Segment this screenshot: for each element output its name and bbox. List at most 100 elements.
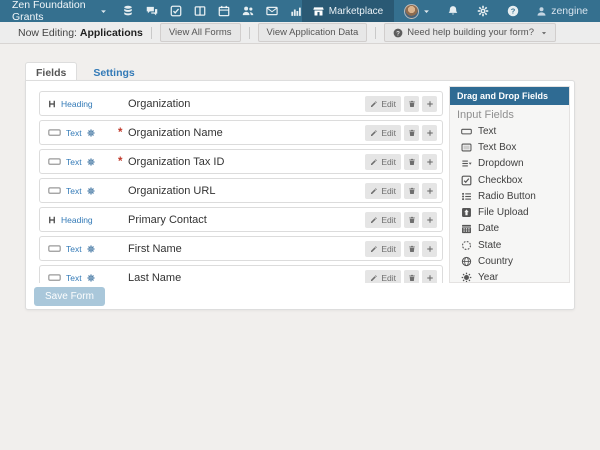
field-row[interactable]: Text * Organization Name Edit <box>39 120 443 145</box>
check-square-icon[interactable] <box>170 5 182 17</box>
edit-field-button[interactable]: Edit <box>365 154 401 170</box>
draggable-field-type[interactable]: Text Box <box>450 139 569 155</box>
delete-field-button[interactable] <box>404 183 419 199</box>
field-actions: Edit <box>365 270 437 284</box>
delete-field-button[interactable] <box>404 125 419 141</box>
add-field-button[interactable] <box>422 154 437 170</box>
database-icon[interactable] <box>122 5 134 17</box>
storefront-icon <box>313 6 324 17</box>
text-input-icon <box>461 126 472 137</box>
field-label: Organization <box>128 98 190 110</box>
notifications-bell-icon[interactable] <box>447 5 459 17</box>
edit-field-button[interactable]: Edit <box>365 241 401 257</box>
draggable-field-type[interactable]: Text <box>450 123 569 139</box>
help-question-icon[interactable]: ? <box>507 5 519 17</box>
pencil-icon <box>370 216 378 224</box>
field-row[interactable]: Heading * Primary Contact Edit <box>39 207 443 232</box>
field-label-wrap: * Organization Name <box>114 127 365 139</box>
draggable-field-type[interactable]: Country <box>450 253 569 269</box>
edit-field-button[interactable]: Edit <box>365 125 401 141</box>
text-input-icon <box>48 126 61 139</box>
field-settings-gear-icon[interactable] <box>87 158 95 166</box>
account-menu[interactable] <box>394 4 438 19</box>
field-type-label: Text <box>66 273 82 283</box>
field-row[interactable]: Heading * Organization Edit <box>39 91 443 116</box>
heading-icon <box>48 100 56 108</box>
text-input-icon <box>48 242 61 255</box>
envelope-icon[interactable] <box>266 5 278 17</box>
view-application-data-button[interactable]: View Application Data <box>258 23 368 42</box>
user-icon <box>536 6 547 17</box>
heading-icon <box>48 216 56 224</box>
bar-chart-icon[interactable] <box>290 5 302 17</box>
plus-icon <box>426 158 434 166</box>
save-form-button[interactable]: Save Form <box>34 287 105 306</box>
edit-field-button[interactable]: Edit <box>365 212 401 228</box>
add-field-button[interactable] <box>422 96 437 112</box>
draggable-field-type[interactable]: Radio Button <box>450 188 569 204</box>
marketplace-button[interactable]: Marketplace <box>302 0 394 22</box>
caret-down-icon <box>423 8 430 15</box>
country-icon <box>461 256 472 267</box>
checkbox-icon <box>461 175 472 186</box>
delete-field-button[interactable] <box>404 96 419 112</box>
field-type: Heading <box>48 215 114 225</box>
field-label: Organization URL <box>128 185 215 197</box>
delete-field-button[interactable] <box>404 212 419 228</box>
trash-icon <box>408 274 416 282</box>
draggable-field-type[interactable]: State <box>450 237 569 253</box>
field-row[interactable]: Text * Organization URL Edit <box>39 178 443 203</box>
delete-field-button[interactable] <box>404 154 419 170</box>
field-type-label: Year <box>478 272 498 283</box>
workspace-menu[interactable]: Zen Foundation Grants <box>0 0 120 23</box>
trash-icon <box>408 158 416 166</box>
year-icon <box>461 272 472 283</box>
pencil-icon <box>370 158 378 166</box>
add-field-button[interactable] <box>422 125 437 141</box>
draggable-field-type[interactable]: Date <box>450 221 569 237</box>
settings-gear-icon[interactable] <box>477 5 489 17</box>
field-settings-gear-icon[interactable] <box>87 129 95 137</box>
required-asterisk: * <box>118 127 122 139</box>
edit-field-button[interactable]: Edit <box>365 183 401 199</box>
field-row[interactable]: Text * Organization Tax ID Edit <box>39 149 443 174</box>
delete-field-button[interactable] <box>404 241 419 257</box>
add-field-button[interactable] <box>422 241 437 257</box>
draggable-field-type[interactable]: Dropdown <box>450 156 569 172</box>
delete-field-button[interactable] <box>404 270 419 284</box>
columns-icon[interactable] <box>194 5 206 17</box>
view-all-forms-button[interactable]: View All Forms <box>160 23 241 42</box>
field-settings-gear-icon[interactable] <box>87 274 95 282</box>
edit-label: Edit <box>381 244 396 254</box>
divider <box>151 27 152 39</box>
caret-down-icon <box>541 30 547 36</box>
plus-icon <box>426 274 434 282</box>
add-field-button[interactable] <box>422 212 437 228</box>
field-row[interactable]: Text * First Name Edit <box>39 236 443 261</box>
field-row[interactable]: Text * Last Name Edit <box>39 265 443 283</box>
draggable-field-type[interactable]: File Upload <box>450 204 569 220</box>
edit-field-button[interactable]: Edit <box>365 270 401 284</box>
form-toolbar: Now Editing: Applications View All Forms… <box>0 22 600 44</box>
field-settings-gear-icon[interactable] <box>87 245 95 253</box>
help-dropdown-button[interactable]: ? Need help building your form? <box>384 23 556 42</box>
draggable-field-type[interactable]: Checkbox <box>450 172 569 188</box>
trash-icon <box>408 187 416 195</box>
field-type-label: Text Box <box>478 142 516 153</box>
field-type-label: Text <box>66 128 82 138</box>
users-icon[interactable] <box>242 5 254 17</box>
main-content: Fields Settings Heading * Organization E… <box>0 44 600 450</box>
field-settings-gear-icon[interactable] <box>87 187 95 195</box>
add-field-button[interactable] <box>422 183 437 199</box>
caret-down-icon <box>100 8 107 15</box>
calendar-icon[interactable] <box>218 5 230 17</box>
user-menu[interactable]: zengine <box>528 5 600 17</box>
required-asterisk: * <box>118 156 122 168</box>
now-editing-label: Now Editing: <box>18 27 77 39</box>
edit-field-button[interactable]: Edit <box>365 96 401 112</box>
field-type: Text <box>48 184 114 197</box>
add-field-button[interactable] <box>422 270 437 284</box>
draggable-field-type[interactable]: Year <box>450 270 569 283</box>
chat-icon[interactable] <box>146 5 158 17</box>
top-navbar: Zen Foundation Grants Marketplace ? zeng… <box>0 0 600 22</box>
